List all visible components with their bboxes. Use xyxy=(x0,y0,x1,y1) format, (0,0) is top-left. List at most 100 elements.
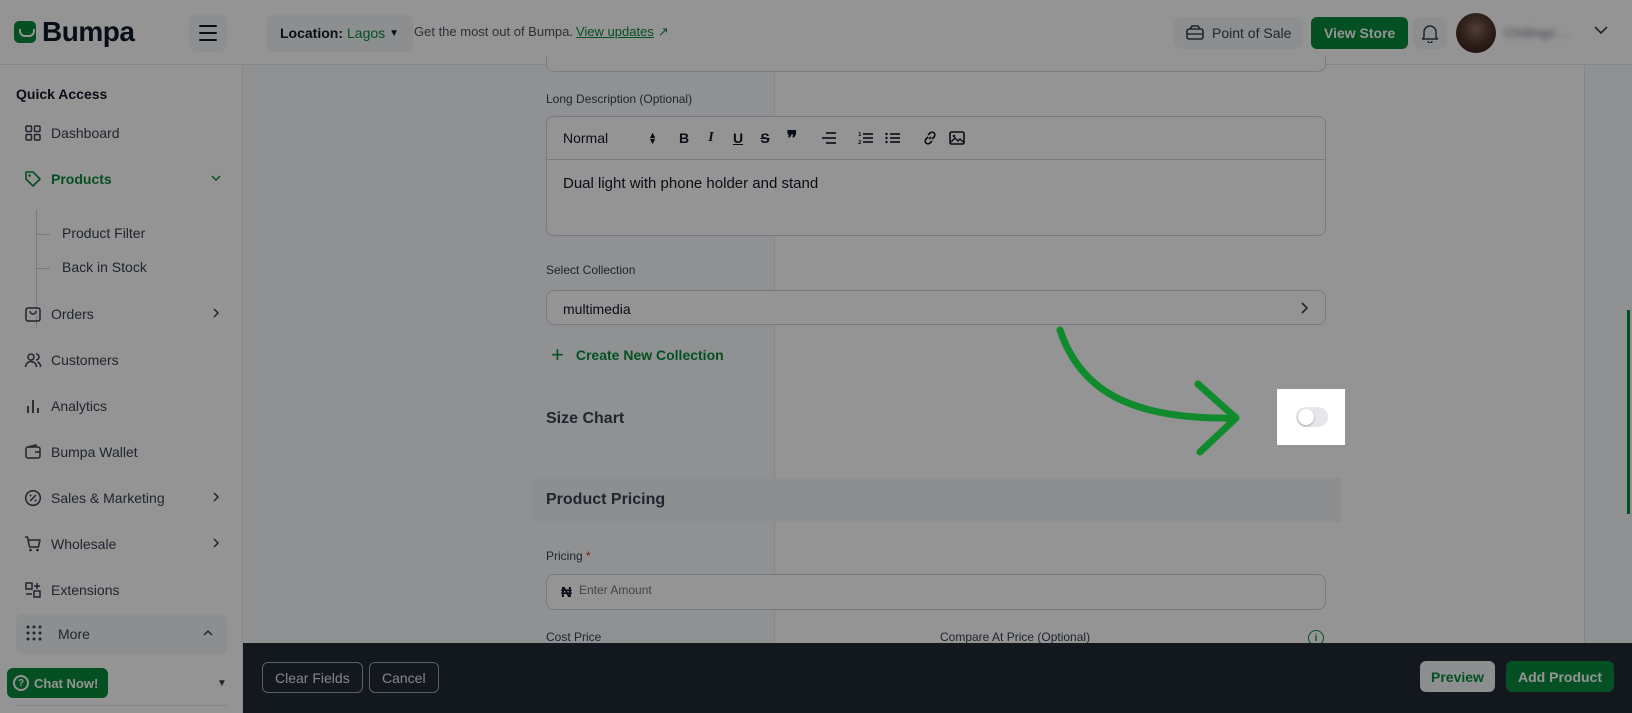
blockquote-icon[interactable]: ❞ xyxy=(783,128,801,150)
pricing-input[interactable] xyxy=(579,583,879,597)
sidebar-item-wholesale[interactable]: Wholesale xyxy=(23,532,223,556)
notifications-button[interactable] xyxy=(1413,17,1447,49)
bell-icon xyxy=(1421,25,1439,43)
pos-label: Point of Sale xyxy=(1212,25,1292,41)
sidebar-item-label: Dashboard xyxy=(51,125,120,141)
logo-text: Bumpa xyxy=(42,16,135,47)
tag-icon xyxy=(23,169,43,189)
compare-price-label: Compare At Price (Optional) xyxy=(940,630,1091,644)
sidebar-item-analytics[interactable]: Analytics xyxy=(23,394,223,418)
sidebar-item-label: Wholesale xyxy=(51,536,117,552)
bar-chart-icon xyxy=(23,396,43,416)
location-value: Lagos xyxy=(347,25,386,41)
grid-dots-icon xyxy=(26,625,42,641)
wallet-icon xyxy=(23,442,43,462)
user-name[interactable]: Chidiogo ... xyxy=(1504,25,1570,40)
sidebar-item-sales-marketing[interactable]: Sales & Marketing xyxy=(23,486,223,510)
strikethrough-icon[interactable]: S xyxy=(756,129,774,147)
hamburger-icon xyxy=(199,25,217,27)
sidebar-item-more[interactable]: More xyxy=(16,614,227,654)
hamburger-menu-button[interactable] xyxy=(189,14,227,52)
cancel-label: Cancel xyxy=(382,669,426,686)
preview-label: Preview xyxy=(1431,668,1484,685)
avatar[interactable] xyxy=(1456,13,1496,53)
short-description-field[interactable] xyxy=(546,56,1326,72)
bumpa-logo[interactable]: Bumpa xyxy=(14,16,135,48)
pricing-label-text: Pricing xyxy=(546,549,583,563)
sidebar-item-label: Extensions xyxy=(51,582,120,598)
more-label: More xyxy=(58,626,90,642)
pricing-label: Pricing * xyxy=(546,549,591,563)
sidebar-subitem-product-filter[interactable]: Product Filter xyxy=(62,225,145,241)
naira-icon: ₦ xyxy=(561,584,572,601)
point-of-sale-button[interactable]: Point of Sale xyxy=(1174,17,1304,49)
italic-icon[interactable]: I xyxy=(702,129,720,147)
preview-button[interactable]: Preview xyxy=(1420,661,1495,692)
location-selector[interactable]: Location: Lagos ▼ xyxy=(266,14,414,52)
pos-terminal-icon xyxy=(1186,25,1204,40)
quick-access-title: Quick Access xyxy=(16,86,108,102)
sidebar-item-label: Analytics xyxy=(51,398,108,414)
view-updates-link[interactable]: View updates xyxy=(576,24,654,39)
promo-text: Get the most out of Bumpa. xyxy=(414,24,573,39)
caret-down-icon: ▼ xyxy=(389,27,400,39)
link-icon[interactable] xyxy=(921,129,939,147)
updown-icon: ▲ ▼ xyxy=(648,130,657,146)
sidebar-item-extensions[interactable]: Extensions xyxy=(23,578,223,602)
chevron-right-icon xyxy=(213,492,220,502)
caret-down-icon[interactable]: ▼ xyxy=(217,678,227,689)
required-mark: * xyxy=(586,549,591,563)
chevron-down-icon xyxy=(211,175,221,182)
chevron-up-icon xyxy=(203,629,213,636)
chevron-down-icon[interactable] xyxy=(1593,22,1609,38)
bold-icon[interactable]: B xyxy=(675,129,693,147)
clear-fields-label: Clear Fields xyxy=(275,669,350,686)
sidebar-item-label: Orders xyxy=(51,306,94,322)
users-icon xyxy=(23,350,43,370)
underline-icon[interactable]: U xyxy=(729,129,747,147)
bumpa-logo-icon xyxy=(14,21,36,43)
sidebar-item-bumpa-wallet[interactable]: Bumpa Wallet xyxy=(23,440,223,464)
create-collection-label: Create New Collection xyxy=(575,347,724,363)
add-product-label: Add Product xyxy=(1518,668,1602,685)
cart-icon xyxy=(23,534,43,554)
rich-text-editor[interactable]: Normal ▲ ▼ B I U S ❞ 12 Dual light with p… xyxy=(546,116,1326,236)
editor-content[interactable]: Dual light with phone holder and stand xyxy=(563,175,818,192)
size-chart-toggle-spotlight xyxy=(1277,389,1345,445)
clear-fields-button[interactable]: Clear Fields xyxy=(262,662,363,693)
cancel-button[interactable]: Cancel xyxy=(369,662,439,693)
question-icon: ? xyxy=(13,675,29,691)
sidebar-item-label: Customers xyxy=(51,352,119,368)
sidebar-item-dashboard[interactable]: Dashboard xyxy=(23,121,223,145)
align-icon[interactable] xyxy=(820,129,838,147)
image-icon[interactable] xyxy=(948,129,966,147)
ordered-list-icon[interactable]: 12 xyxy=(857,129,875,147)
sidebar-item-orders[interactable]: Orders xyxy=(23,302,223,326)
bullet-list-icon[interactable] xyxy=(884,129,902,147)
long-description-label: Long Description (Optional) xyxy=(546,92,693,106)
size-chart-toggle[interactable] xyxy=(1296,407,1328,427)
sidebar-item-products[interactable]: Products xyxy=(23,167,223,191)
chevron-right-icon xyxy=(213,538,220,548)
scrollbar-thumb[interactable] xyxy=(1627,310,1630,514)
create-collection-button[interactable]: + Create New Collection xyxy=(551,344,724,366)
pointer-arrow-icon xyxy=(1056,326,1240,456)
cost-price-label: Cost Price xyxy=(546,630,602,644)
sidebar-item-customers[interactable]: Customers xyxy=(23,348,223,372)
editor-toolbar: Normal ▲ ▼ B I U S ❞ 12 xyxy=(547,117,1325,160)
chat-now-button[interactable]: ? Chat Now! xyxy=(7,668,109,698)
collection-value: multimedia xyxy=(563,301,631,317)
sidebar-item-label: Products xyxy=(51,171,112,187)
form-action-bar: Clear Fields Cancel Preview Add Product xyxy=(243,643,1632,713)
sidebar-item-label: Sales & Marketing xyxy=(51,490,165,506)
percent-icon xyxy=(23,488,43,508)
puzzle-icon xyxy=(23,580,43,600)
sidebar-subitem-back-in-stock[interactable]: Back in Stock xyxy=(62,259,147,275)
svg-text:2: 2 xyxy=(858,140,862,145)
add-product-button[interactable]: Add Product xyxy=(1506,661,1614,692)
chevron-right-icon xyxy=(1301,302,1309,314)
pricing-input-field[interactable]: ₦ xyxy=(546,574,1326,610)
sidebar: Quick Access Dashboard Products Product … xyxy=(0,65,243,713)
view-store-button[interactable]: View Store xyxy=(1311,17,1409,49)
format-select[interactable]: Normal ▲ ▼ xyxy=(563,130,657,146)
